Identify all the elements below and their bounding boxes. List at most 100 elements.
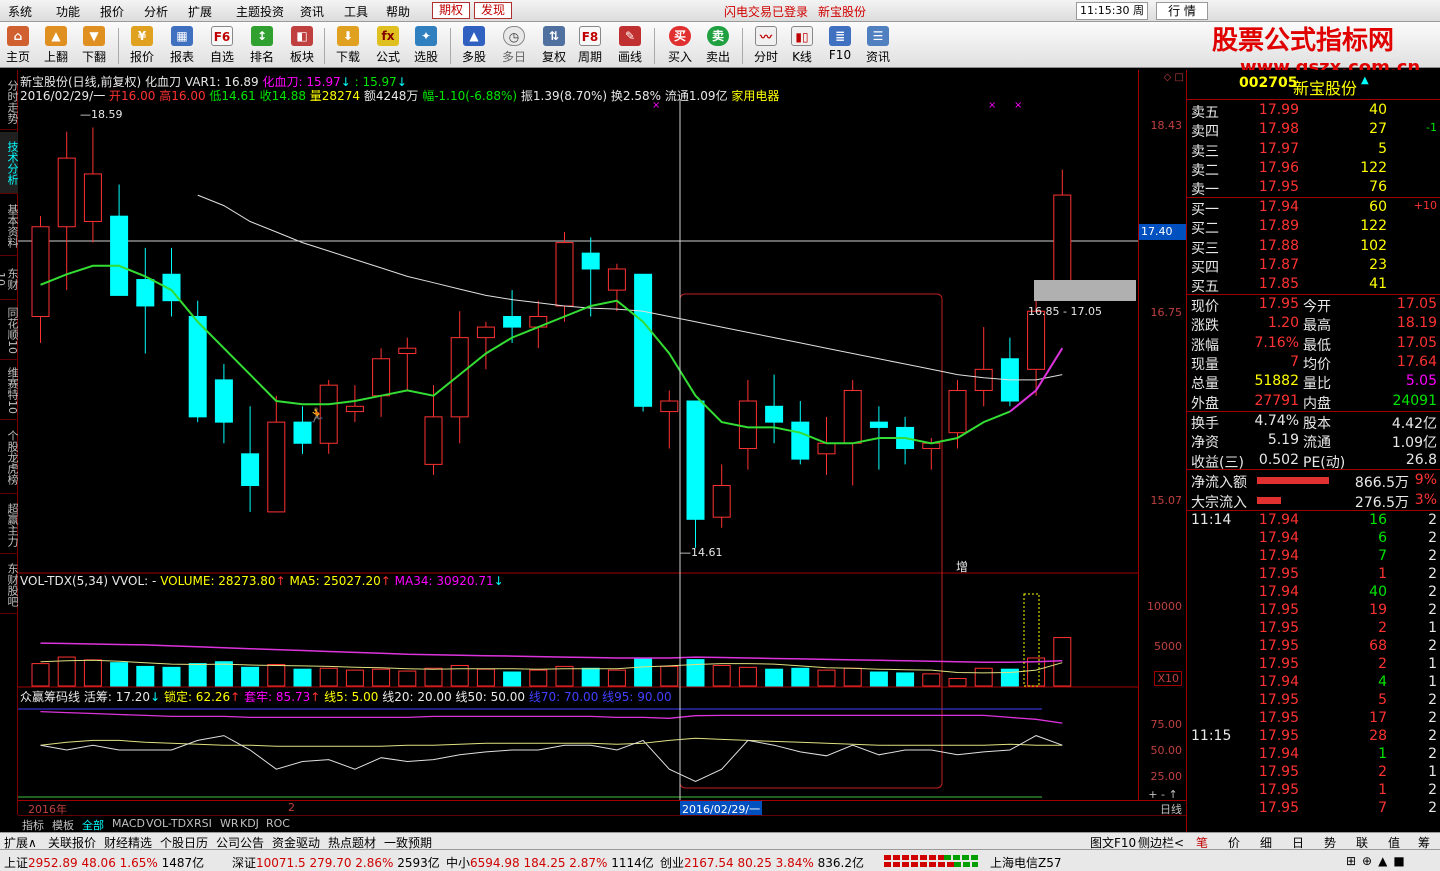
multi-stock-button[interactable]: ▲ 多股 [456,25,492,67]
stat-row[interactable]: 总量 51882 量比 5.05 [1187,372,1440,392]
ask-row[interactable]: 卖一 17.95 76 [1187,178,1440,198]
tab-intraday[interactable]: 分时走势 [0,74,19,130]
menu-analysis[interactable]: 分析 [144,3,168,20]
tab-tonghuashun10[interactable]: 同花顺10 [0,302,19,360]
cy-index[interactable]: 创业2167.54 80.25 3.84% 836.2亿 [660,854,864,871]
menu-news[interactable]: 资讯 [300,3,324,20]
tick-row[interactable]: 17.94 7 2 [1187,547,1440,566]
f10-button[interactable]: ≣ F10 [822,25,858,67]
menu-function[interactable]: 功能 [56,3,80,20]
stat-row[interactable]: 现量 7 均价 17.64 [1187,353,1440,373]
tick-row[interactable]: 17.95 5 2 [1187,691,1440,710]
menu-extend[interactable]: 扩展 [188,3,212,20]
tab-chips[interactable]: 筹 [1418,834,1430,851]
tab-tick[interactable]: 笔 [1196,834,1208,851]
home-button[interactable]: ⌂ 主页 [0,25,36,67]
tick-row[interactable]: 17.95 7 2 [1187,799,1440,818]
tab-macd[interactable]: MACD [112,817,145,830]
tab-vol-tdx[interactable]: VOL-TDX [146,817,194,830]
page-down-button[interactable]: ▼ 下翻 [76,25,112,67]
tick-row[interactable]: 17.95 19 2 [1187,601,1440,620]
kline-button[interactable]: ▮▯ K线 [784,25,820,67]
ranking-button[interactable]: ↕ 排名 [244,25,280,67]
stat-row[interactable]: 现价 17.95 今开 17.05 [1187,295,1440,315]
bid-row[interactable]: 买三 17.88 102 [1187,237,1440,257]
tick-row[interactable]: 17.95 1 2 [1187,781,1440,800]
tick-row[interactable]: 17.95 2 1 [1187,655,1440,674]
download-button[interactable]: ⬇ 下载 [330,25,366,67]
bid-row[interactable]: 买一 17.94 60 +10 [1187,198,1440,218]
tab-link[interactable]: 联 [1356,834,1368,851]
tick-row[interactable]: 17.95 17 2 [1187,709,1440,728]
sell-button[interactable]: 卖卖出 [700,25,736,67]
flow-row[interactable]: 大宗流入 276.5万 3% [1187,491,1440,511]
tab-kdj[interactable]: KDJ [240,817,259,830]
ask-row[interactable]: 卖四 17.98 27 -1 [1187,120,1440,140]
tab-all[interactable]: 全部 [82,817,104,833]
stat-row[interactable]: 涨幅 7.16% 最低 17.05 [1187,334,1440,354]
tab-day[interactable]: 日 [1292,834,1304,851]
stat-row[interactable]: 涨跌 1.20 最高 18.19 [1187,314,1440,334]
tick-row[interactable]: 17.94 4 1 [1187,673,1440,692]
menu-help[interactable]: 帮助 [386,3,410,20]
stat-row[interactable]: 外盘 27791 内盘 24091 [1187,392,1440,412]
menu-quote[interactable]: 报价 [100,3,124,20]
tick-row[interactable]: 11:15 17.95 28 2 [1187,727,1440,746]
tab-fundamentals[interactable]: 基本资料 [0,196,19,256]
tab-dragon-tiger[interactable]: 个股龙虎榜 [0,422,19,494]
sz-index[interactable]: 深证10071.5 279.70 2.86% 2593亿 [232,854,440,871]
tick-row[interactable]: 17.95 1 2 [1187,565,1440,584]
tick-row[interactable]: 11:14 17.94 16 2 [1187,511,1440,530]
tab-weisaite10[interactable]: 维赛特10 [0,362,19,420]
menu-theme-invest[interactable]: 主题投资 [236,3,284,20]
tick-row[interactable]: 17.94 40 2 [1187,583,1440,602]
stock-picker-button[interactable]: ✦ 选股 [408,25,444,67]
formula-button[interactable]: fx 公式 [370,25,406,67]
tick-row[interactable]: 17.95 2 1 [1187,619,1440,638]
buy-button[interactable]: 买买入 [662,25,698,67]
tab-value[interactable]: 值 [1388,834,1400,851]
stat2-row[interactable]: 收益(三) 0.502 PE(动) 26.8 [1187,451,1440,471]
menu-tools[interactable]: 工具 [344,3,368,20]
menu-system[interactable]: 系统 [8,3,32,20]
ask-row[interactable]: 卖三 17.97 5 [1187,140,1440,160]
ask-row[interactable]: 卖二 17.96 122 [1187,159,1440,179]
tick-row[interactable]: 17.94 1 2 [1187,745,1440,764]
tab-super-main[interactable]: 超赢主力 [0,496,19,554]
sh-index[interactable]: 上证2952.89 48.06 1.65% 1487亿 [4,854,204,871]
stat2-row[interactable]: 净资 5.19 流通 1.09亿 [1187,431,1440,451]
tick-row[interactable]: 17.94 6 2 [1187,529,1440,548]
tab-detail[interactable]: 细 [1260,834,1272,851]
bid-row[interactable]: 买五 17.85 41 [1187,275,1440,295]
kline-chart-area[interactable]: 新宝股份(日线,前复权) 化血刀 VAR1: 16.89 化血刀: 15.97↓… [18,70,1138,800]
tab-technical[interactable]: 技术分析 [0,132,19,194]
tab-dongcai10[interactable]: 东财10 [0,258,19,300]
market-mode-button[interactable]: 行 情 [1156,2,1208,20]
ask-row[interactable]: 卖五 17.99 40 [1187,101,1440,121]
tab-roc[interactable]: ROC [266,817,290,830]
quote-button[interactable]: ¥ 报价 [124,25,160,67]
multi-day-button[interactable]: ◷ 多日 [496,25,532,67]
watchlist-button[interactable]: F6 自选 [204,25,240,67]
tab-indicator[interactable]: 指标 [22,817,44,833]
zx-index[interactable]: 中小6594.98 184.25 2.87% 1114亿 [446,854,654,871]
intraday-button[interactable]: 〰分时 [748,25,784,67]
bid-row[interactable]: 买二 17.89 122 [1187,217,1440,237]
menu-options-tag[interactable]: 期权 [432,2,471,19]
report-button[interactable]: ▦ 报表 [164,25,200,67]
adjust-button[interactable]: ⇅ 复权 [536,25,572,67]
bid-row[interactable]: 买四 17.87 23 [1187,256,1440,276]
period-button[interactable]: F8 周期 [572,25,608,67]
sector-button[interactable]: ◧ 板块 [284,25,320,67]
news-button[interactable]: ☰ 资讯 [860,25,896,67]
stat2-row[interactable]: 换手 4.74% 股本 4.42亿 [1187,412,1440,432]
draw-line-button[interactable]: ✎ 画线 [612,25,648,67]
tab-wr[interactable]: WR [220,817,239,830]
status-icons[interactable]: ⊞⊕▲■ [1346,854,1411,868]
tab-price[interactable]: 价 [1228,834,1240,851]
tick-row[interactable]: 17.95 68 2 [1187,637,1440,656]
tab-rsi[interactable]: RSI [194,817,212,830]
tick-row[interactable]: 17.95 2 1 [1187,763,1440,782]
tab-trend[interactable]: 势 [1324,834,1336,851]
tab-forum[interactable]: 东财股吧 [0,556,19,614]
